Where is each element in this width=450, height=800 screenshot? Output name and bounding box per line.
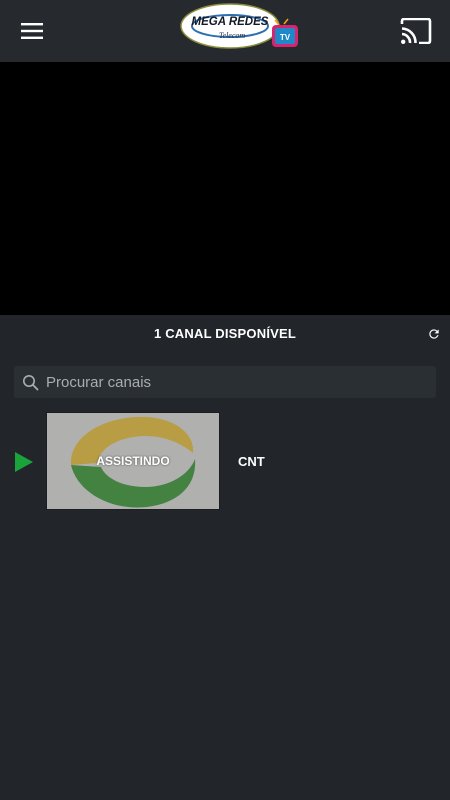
channel-count-label: 1 CANAL DISPONÍVEL [153, 326, 297, 341]
channel-list-item[interactable]: ASSISTINDO CNT [0, 411, 450, 512]
channel-name: CNT [238, 454, 265, 469]
app-root: MEGA REDES Telecom TV 1 CANAL DISPONÍVEL [0, 0, 450, 800]
video-player[interactable] [0, 62, 450, 315]
play-icon [15, 452, 33, 472]
channel-thumbnail: ASSISTINDO [46, 412, 220, 510]
hamburger-menu-icon [21, 23, 43, 39]
refresh-button[interactable] [424, 324, 444, 344]
app-logo: MEGA REDES Telecom TV [180, 3, 298, 49]
watching-label: ASSISTINDO [96, 454, 170, 468]
cast-icon [400, 18, 432, 44]
logo-subtext: Telecom [219, 31, 246, 40]
search-icon [23, 375, 39, 391]
refresh-icon [429, 329, 439, 339]
search-input[interactable] [44, 366, 426, 398]
logo-text: MEGA REDES [192, 16, 269, 28]
logo-badge-text: TV [280, 33, 291, 42]
cast-button[interactable] [396, 12, 436, 50]
channel-search [14, 366, 436, 398]
channel-list-header: 1 CANAL DISPONÍVEL [0, 315, 450, 351]
menu-button[interactable] [12, 12, 52, 50]
top-bar: MEGA REDES Telecom TV [0, 0, 450, 63]
